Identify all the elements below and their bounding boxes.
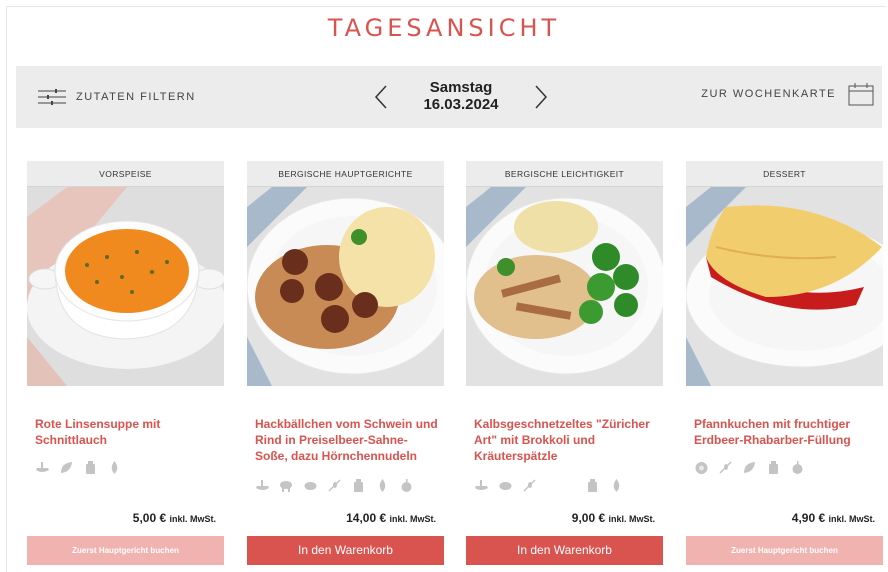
weekly-menu-label: ZUR WOCHENKARTE [701,88,836,100]
egg-icon [695,462,708,474]
price: 14,00 € inkl. MwSt. [346,511,436,525]
bottle-icon [769,461,778,474]
add-to-cart-button[interactable]: In den Warenkorb [247,536,444,565]
date-navigation: Samstag 16.03.2024 [371,76,551,118]
price-note: inkl. MwSt. [169,514,216,524]
price-value: 4,90 € [791,511,826,525]
dish-image [686,187,883,386]
next-day-button[interactable] [529,84,551,110]
bottle-icon [588,479,597,492]
date-label: 16.03.2024 [423,96,499,113]
dish-image [27,187,224,386]
price: 4,90 € inkl. MwSt. [792,511,875,525]
dish-image [466,187,663,386]
book-main-course-first-button[interactable]: Zuerst Hauptgericht buchen [27,536,224,565]
menu-card-light-dish: BERGISCHE LEICHTIGKEIT Kalbsgeschnetzelt… [466,161,663,565]
drop-icon [613,479,620,492]
chevron-right-icon [535,85,548,109]
wheat-icon [719,461,732,474]
price-value: 14,00 € [346,511,387,525]
leaf-icon [744,462,755,473]
cow-icon [304,482,317,490]
drop-icon [379,479,386,492]
price-value: 5,00 € [132,511,167,525]
filter-ingredients-button[interactable]: ZUTATEN FILTERN [38,86,196,108]
celery-icon [475,480,488,490]
bottle-icon [86,461,95,474]
menu-card-starter: VORSPEISE Rote Linsensuppe mit Schnittla… [27,161,224,565]
book-main-course-first-button[interactable]: Zuerst Hauptgericht buchen [686,536,883,565]
leaf-icon [61,462,72,473]
wheat-icon [328,479,341,492]
allergen-icons [474,479,624,492]
celery-icon [256,480,269,490]
allergen-icons [694,461,805,474]
apple-icon [792,461,803,474]
sliders-icon [38,89,66,105]
current-date: Samstag 16.03.2024 [401,79,521,113]
allergen-icons [255,479,414,492]
page-title: TAGESANSICHT [327,14,561,42]
card-category: BERGISCHE LEICHTIGKEIT [466,161,663,187]
card-category: DESSERT [686,161,883,187]
wheat-icon [523,479,536,492]
dish-image [247,187,444,386]
weekly-menu-link[interactable]: ZUR WOCHENKARTE [701,82,874,106]
pig-icon [280,481,292,492]
dish-name: Kalbsgeschnetzeltes "Züricher Art" mit B… [474,417,650,463]
dish-name: Pfannkuchen mit fruchtiger Erdbeer-Rhaba… [694,417,851,447]
toolbar: ZUTATEN FILTERN Samstag 16.03.2024 ZUR W… [16,66,882,128]
dish-name: Hackbällchen vom Schwein und Rind in Pre… [255,417,438,463]
card-category: BERGISCHE HAUPTGERICHTE [247,161,444,187]
price-note: inkl. MwSt. [828,514,875,524]
price-note: inkl. MwSt. [389,514,436,524]
card-category: VORSPEISE [27,161,224,187]
menu-card-dessert: DESSERT Pfannkuchen mit fruchtiger Erdbe… [686,161,883,565]
price-note: inkl. MwSt. [608,514,655,524]
weekday-label: Samstag [429,79,493,96]
apple-icon [401,479,412,492]
bottle-icon [354,479,363,492]
dish-name: Rote Linsensuppe mit Schnittlauch [35,417,161,447]
previous-day-button[interactable] [371,84,393,110]
calendar-icon [848,83,874,106]
drop-icon [111,461,118,474]
chevron-left-icon [374,85,387,109]
filter-label: ZUTATEN FILTERN [76,91,196,103]
price: 9,00 € inkl. MwSt. [572,511,655,525]
menu-card-main-course: BERGISCHE HAUPTGERICHTE Hackbällchen vom… [247,161,444,565]
price: 5,00 € inkl. MwSt. [133,511,216,525]
celery-icon [36,462,49,472]
cow-icon [499,482,512,490]
price-value: 9,00 € [571,511,606,525]
add-to-cart-button[interactable]: In den Warenkorb [466,536,663,565]
allergen-icons [35,461,122,474]
